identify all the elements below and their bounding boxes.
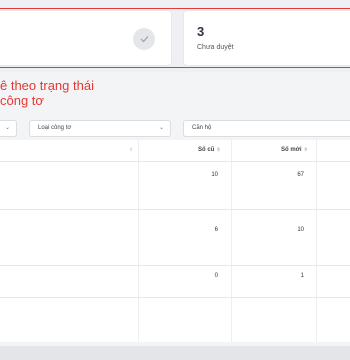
table-row[interactable]: 6 10: [0, 210, 350, 266]
table-row[interactable]: 0 1: [0, 266, 350, 298]
annotation-text: ê theo trạng thái công tơ: [0, 78, 94, 108]
new-reading-cell: 1: [300, 273, 304, 279]
old-reading-cell: 10: [211, 172, 218, 178]
check-icon: [133, 28, 155, 50]
meter-readings-table: ⇳ Số cũ ⇳ Số mới ⇳ 10 67 6 10 0 1: [0, 140, 350, 342]
table-header: ⇳ Số cũ ⇳ Số mới ⇳: [0, 140, 350, 162]
highlight-line-bottom: [0, 67, 350, 68]
new-reading-cell: 67: [297, 172, 304, 178]
old-reading-cell: 0: [214, 273, 218, 279]
status-filter-select[interactable]: ⌄: [0, 120, 17, 137]
sort-icon[interactable]: ⇳: [304, 147, 308, 153]
chevron-down-icon: ⌄: [4, 125, 10, 131]
chevron-down-icon: ⌄: [158, 125, 164, 131]
sort-icon[interactable]: ⇳: [129, 147, 133, 153]
pending-count: 3: [197, 24, 205, 39]
table-row[interactable]: 10 67: [0, 162, 350, 210]
meter-type-select[interactable]: Loại công tơ ⌄: [29, 120, 171, 137]
new-reading-cell: 10: [297, 227, 304, 233]
apartment-input[interactable]: Căn hộ: [183, 120, 350, 137]
pending-stat-card[interactable]: 3 Chưa duyệt: [183, 10, 350, 66]
column-header-old-reading[interactable]: Số cũ ⇳: [198, 147, 221, 153]
meter-type-placeholder: Loại công tơ: [38, 125, 72, 131]
annotation-line-2: công tơ: [0, 93, 44, 108]
pending-label: Chưa duyệt: [197, 44, 234, 51]
annotation-line-1: ê theo trạng thái: [0, 78, 94, 93]
highlight-line-top: [0, 8, 350, 9]
sort-icon[interactable]: ⇳: [216, 147, 220, 153]
apartment-placeholder: Căn hộ: [192, 125, 212, 131]
old-reading-cell: 6: [214, 227, 218, 233]
column-header-new-reading[interactable]: Số mới ⇳: [281, 147, 308, 153]
footer-bar: [0, 346, 350, 360]
approved-stat-card[interactable]: [0, 10, 172, 66]
